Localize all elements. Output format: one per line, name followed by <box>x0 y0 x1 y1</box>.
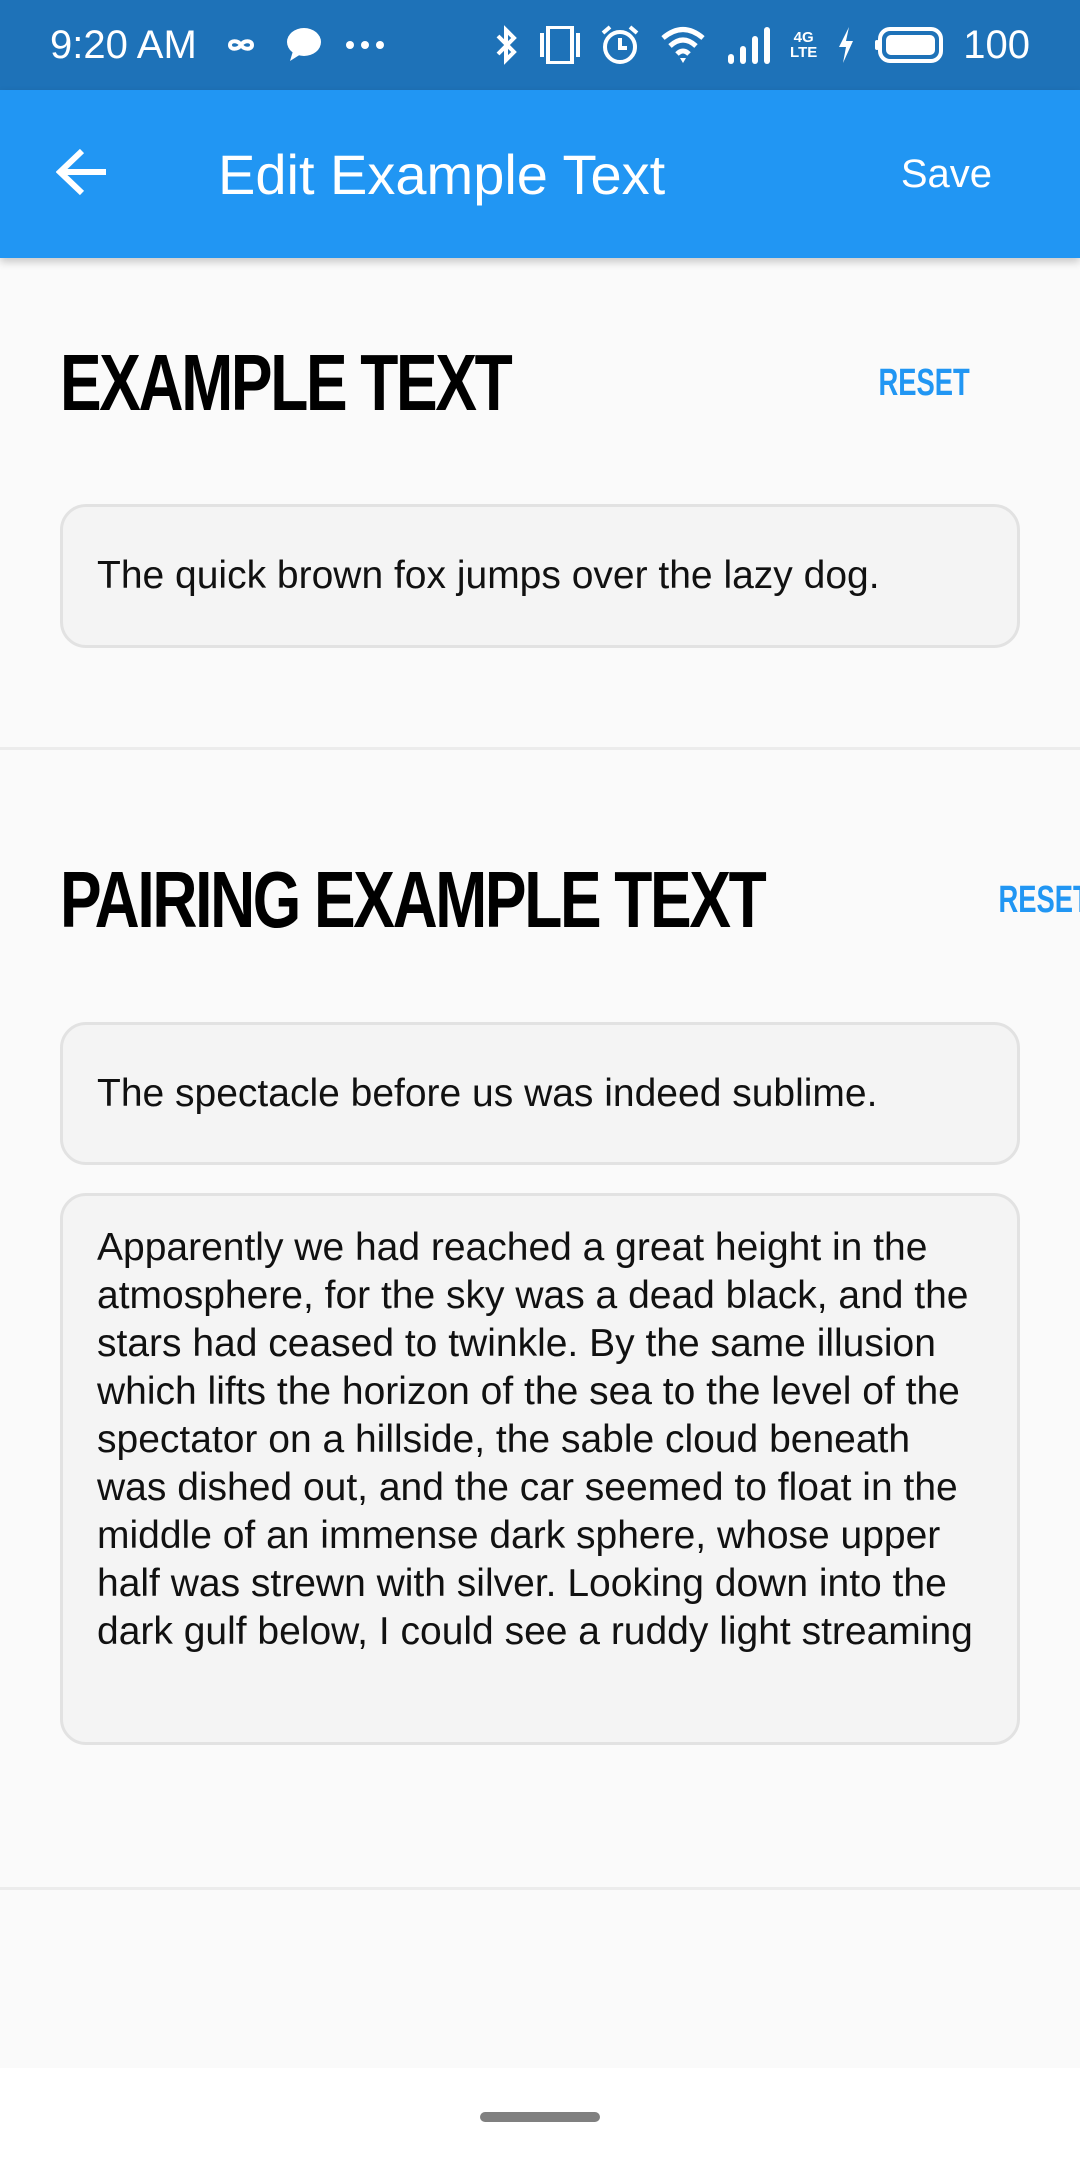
save-button[interactable]: Save <box>901 152 992 197</box>
reset-button[interactable]: RESET <box>999 879 1080 922</box>
infinity-icon <box>219 23 263 67</box>
example-text-section: EXAMPLE TEXT RESET The quick brown fox j… <box>0 318 1080 750</box>
example-text-field[interactable]: The quick brown fox jumps over the lazy … <box>60 504 1020 648</box>
app-bar: Edit Example Text Save <box>0 90 1080 258</box>
navigation-bar <box>0 2068 1080 2160</box>
signal-icon <box>726 23 771 67</box>
network-4g-lte-icon: 4G LTE <box>790 29 818 61</box>
page-title: Edit Example Text <box>218 142 666 206</box>
section-header: PAIRING EXAMPLE TEXT RESET <box>60 835 1080 965</box>
section-title: EXAMPLE TEXT <box>60 338 513 427</box>
battery-icon <box>875 23 944 67</box>
pairing-example-text-section: PAIRING EXAMPLE TEXT RESET The spectacle… <box>0 835 1080 1890</box>
reset-button[interactable]: RESET <box>879 362 970 405</box>
section-header: EXAMPLE TEXT RESET <box>60 318 1020 448</box>
field-value: The spectacle before us was indeed subli… <box>97 1071 878 1115</box>
pairing-body-field[interactable]: Apparently we had reached a great height… <box>60 1193 1020 1745</box>
battery-level: 100 <box>963 22 1030 67</box>
status-time: 9:20 AM <box>50 22 197 67</box>
field-value: Apparently we had reached a great height… <box>97 1226 973 1653</box>
home-gesture-handle[interactable] <box>480 2112 600 2122</box>
alarm-icon <box>600 23 640 67</box>
back-button[interactable] <box>0 90 168 258</box>
bluetooth-icon <box>494 23 520 67</box>
pairing-heading-field[interactable]: The spectacle before us was indeed subli… <box>60 1022 1020 1165</box>
arrow-back-icon <box>55 148 108 201</box>
vibrate-icon <box>540 23 581 67</box>
section-title: PAIRING EXAMPLE TEXT <box>60 855 767 944</box>
chat-bubble-icon <box>285 23 323 67</box>
wifi-icon <box>660 23 706 67</box>
charging-icon <box>837 23 855 67</box>
field-value: The quick brown fox jumps over the lazy … <box>97 554 880 597</box>
more-dots-icon <box>345 23 385 67</box>
status-bar: 9:20 AM 4G LTE 100 <box>0 0 1080 90</box>
content-area: EXAMPLE TEXT RESET The quick brown fox j… <box>0 258 1080 2068</box>
